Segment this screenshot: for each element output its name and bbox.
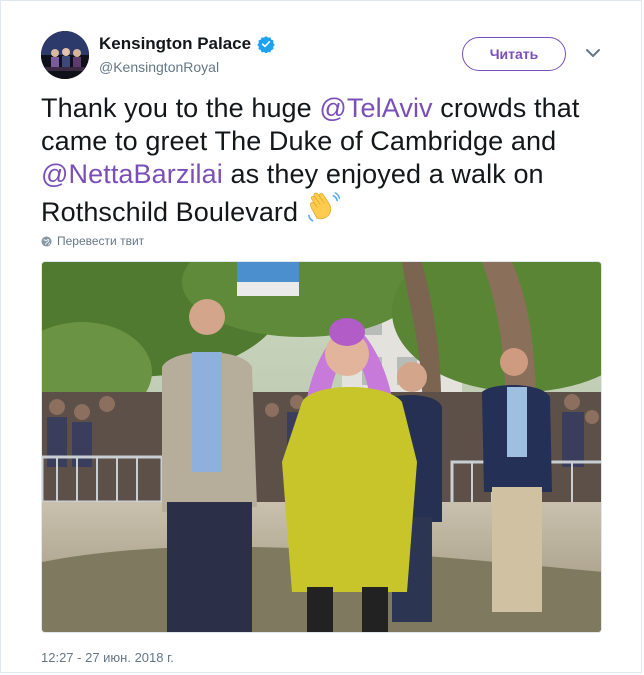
display-name-text: Kensington Palace: [99, 34, 252, 53]
chevron-down-icon[interactable]: [584, 46, 602, 60]
mention-link-telaviv[interactable]: @TelAviv: [319, 93, 432, 123]
tweet-timestamp[interactable]: 12:27 - 27 июн. 2018 г.: [41, 650, 174, 665]
verified-badge-icon: [257, 36, 275, 53]
mention-link-nettabarzilai[interactable]: @NettaBarzilai: [41, 159, 223, 189]
translate-label: Перевести твит: [57, 234, 145, 248]
tweet-text-part: Thank you to the huge: [41, 93, 320, 123]
display-name[interactable]: Kensington Palace: [99, 34, 275, 54]
avatar[interactable]: [41, 31, 89, 79]
waving-hand-emoji: [307, 192, 340, 222]
tweet-text: Thank you to the huge @TelAviv crowds th…: [41, 92, 611, 229]
account-handle[interactable]: @KensingtonRoyal: [99, 59, 219, 75]
tweet-photo[interactable]: [41, 261, 602, 633]
follow-button[interactable]: Читать: [462, 37, 566, 71]
translate-tweet-link[interactable]: Перевести твит: [41, 234, 144, 248]
globe-icon: [41, 235, 52, 247]
